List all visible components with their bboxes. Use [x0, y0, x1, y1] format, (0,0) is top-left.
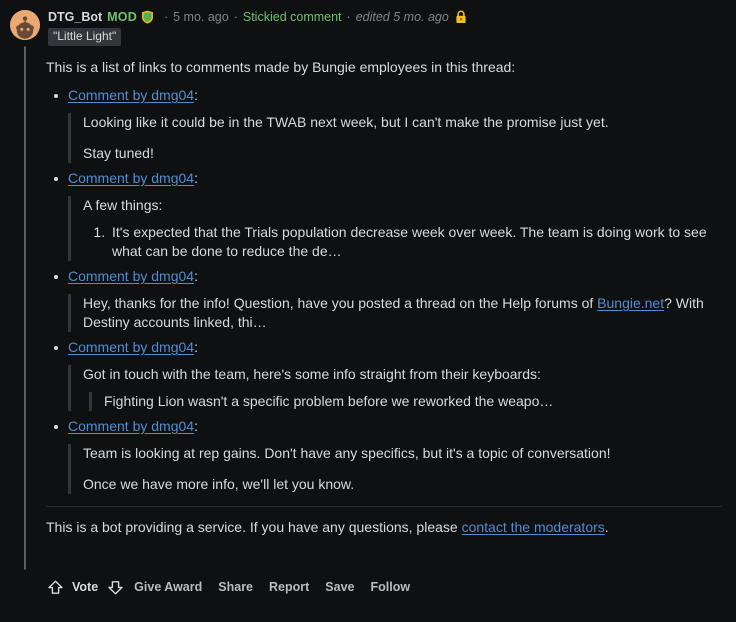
comment-link[interactable]: Comment by dmg04: [68, 268, 194, 284]
list-item: Comment by dmg04: Got in touch with the …: [46, 338, 722, 411]
comment-meta: DTG_Bot MOD · 5 mo. ago · Stickied comme…: [48, 9, 467, 25]
comment-link-row: Comment by dmg04:: [68, 169, 722, 188]
meta-separator-2: ·: [233, 10, 238, 24]
quote-block: A few things: It's expected that the Tri…: [68, 196, 722, 261]
bot-footer-note: This is a bot providing a service. If yo…: [46, 518, 722, 537]
bungie-comment-links-list: Comment by dmg04: Looking like it could …: [46, 86, 722, 494]
edited-label: edited 5 mo. ago: [355, 10, 449, 24]
comment-body: This is a list of links to comments made…: [46, 58, 722, 537]
mod-badge: MOD: [107, 10, 137, 24]
contact-moderators-link[interactable]: contact the moderators: [462, 519, 605, 535]
bungie-net-link[interactable]: Bungie.net: [597, 295, 664, 311]
intro-paragraph: This is a list of links to comments made…: [46, 59, 516, 75]
footer-text-before: This is a bot providing a service. If yo…: [46, 519, 462, 535]
quote-block: Got in touch with the team, here's some …: [68, 365, 722, 411]
header-text-lines: DTG_Bot MOD · 5 mo. ago · Stickied comme…: [48, 9, 467, 46]
quote-lead: Got in touch with the team, here's some …: [83, 366, 541, 382]
quote-paragraph: Once we have more info, we'll let you kn…: [83, 476, 355, 492]
comment-link[interactable]: Comment by dmg04: [68, 418, 194, 434]
report-button[interactable]: Report: [261, 577, 317, 597]
downvote-arrow-icon[interactable]: [104, 576, 126, 598]
lock-icon: [455, 10, 467, 24]
comment-link[interactable]: Comment by dmg04: [68, 339, 194, 355]
link-suffix: :: [194, 339, 198, 355]
quote-lead: A few things:: [83, 197, 163, 213]
comment-header: DTG_Bot MOD · 5 mo. ago · Stickied comme…: [10, 9, 467, 46]
comment-action-bar: Vote Give Award Share Report Save Follow: [44, 576, 418, 598]
vote-group: Vote: [44, 576, 126, 598]
quote-paragraph: Team is looking at rep gains. Don't have…: [83, 445, 611, 461]
comment-container: DTG_Bot MOD · 5 mo. ago · Stickied comme…: [0, 0, 736, 622]
upvote-arrow-icon[interactable]: [44, 576, 66, 598]
link-suffix: :: [194, 418, 198, 434]
nested-quote-paragraph: Fighting Lion wasn't a specific problem …: [104, 393, 554, 409]
comment-link-row: Comment by dmg04:: [68, 86, 722, 105]
stickied-label: Stickied comment: [242, 10, 342, 24]
link-suffix: :: [194, 87, 198, 103]
list-item: Comment by dmg04: Team is looking at rep…: [46, 417, 722, 494]
comment-link[interactable]: Comment by dmg04: [68, 87, 194, 103]
link-suffix: :: [194, 268, 198, 284]
list-item: Comment by dmg04: A few things: It's exp…: [46, 169, 722, 261]
quote-paragraph: Looking like it could be in the TWAB nex…: [83, 114, 609, 130]
nested-quote-block: Fighting Lion wasn't a specific problem …: [89, 392, 722, 411]
timestamp[interactable]: 5 mo. ago: [173, 9, 229, 25]
author-link[interactable]: DTG_Bot: [48, 9, 102, 25]
comment-link-row: Comment by dmg04:: [68, 267, 722, 286]
link-suffix: :: [194, 170, 198, 186]
quote-block: Looking like it could be in the TWAB nex…: [68, 113, 722, 163]
flair-row: "Little Light": [48, 28, 467, 46]
mod-shield-icon: [141, 10, 154, 24]
comment-link[interactable]: Comment by dmg04: [68, 170, 194, 186]
numbered-item: It's expected that the Trials population…: [109, 223, 722, 261]
comment-link-row: Comment by dmg04:: [68, 338, 722, 357]
give-award-button[interactable]: Give Award: [126, 577, 210, 597]
list-item: Comment by dmg04: Hey, thanks for the in…: [46, 267, 722, 332]
meta-separator-1: ·: [163, 10, 169, 24]
meta-separator-3: ·: [346, 10, 351, 24]
comment-link-row: Comment by dmg04:: [68, 417, 722, 436]
user-flair[interactable]: "Little Light": [48, 28, 122, 46]
threadline[interactable]: [24, 46, 26, 570]
quote-paragraph: Stay tuned!: [83, 145, 154, 161]
share-button[interactable]: Share: [210, 577, 261, 597]
numbered-list: It's expected that the Trials population…: [83, 223, 722, 261]
avatar[interactable]: [10, 10, 40, 40]
divider: [46, 506, 722, 507]
follow-button[interactable]: Follow: [363, 577, 419, 597]
quote-block: Team is looking at rep gains. Don't have…: [68, 444, 722, 494]
save-button[interactable]: Save: [317, 577, 362, 597]
quote-text-before: Hey, thanks for the info! Question, have…: [83, 295, 598, 311]
quote-block: Hey, thanks for the info! Question, have…: [68, 294, 722, 332]
vote-label: Vote: [72, 580, 99, 594]
footer-text-after: .: [604, 519, 609, 535]
list-item: Comment by dmg04: Looking like it could …: [46, 86, 722, 163]
quote-paragraph: Hey, thanks for the info! Question, have…: [83, 294, 722, 332]
